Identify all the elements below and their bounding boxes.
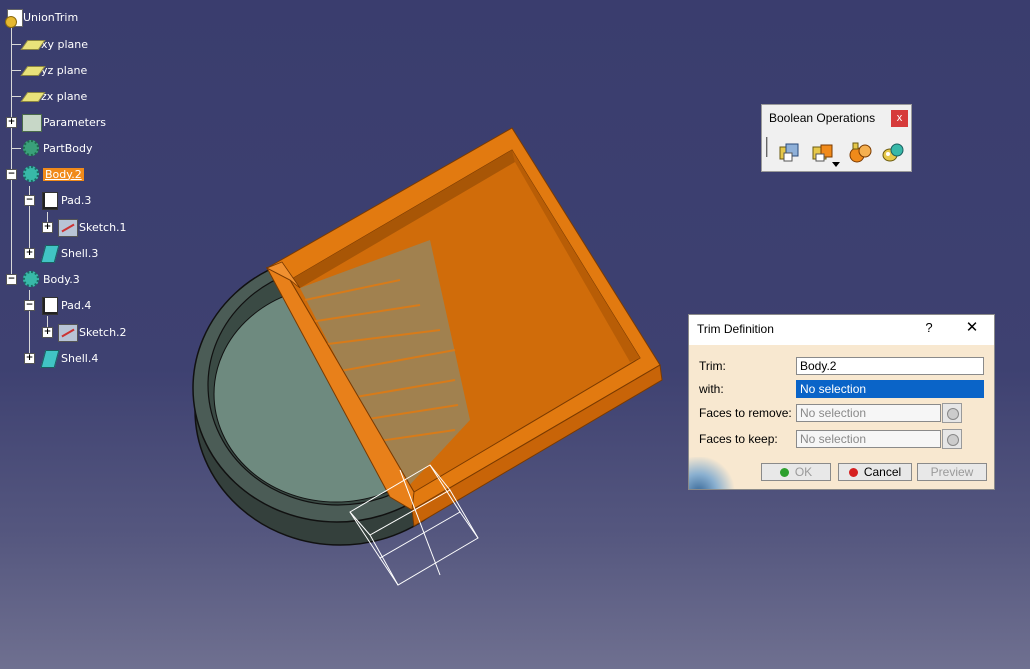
tree-item-label: Parameters [43,115,106,129]
tree-item-uniontrim[interactable]: UnionTrim [2,6,78,28]
add-button[interactable] [810,141,840,167]
trim-definition-dialog[interactable]: Trim Definition ? ✕ Trim: Body.2 with: N… [688,314,995,490]
preview-button[interactable]: Preview [917,463,987,481]
expand-shell4[interactable]: + [24,353,35,364]
dialog-close-button[interactable]: ✕ [964,318,980,336]
parameters-icon [22,113,42,132]
expand-parameters[interactable]: + [6,117,17,128]
toolbar-grip-handle[interactable] [766,137,771,157]
tree-item-label: Pad.4 [61,298,92,312]
expand-shell3[interactable]: + [24,248,35,259]
tree-item-label: Sketch.2 [79,325,127,339]
collapse-pad3[interactable]: − [24,195,35,206]
ok-green-dot-icon [779,468,789,477]
shell-icon [40,244,60,263]
cancel-button-label: Cancel [863,465,902,479]
tree-item-parameters[interactable]: Parameters [22,111,106,133]
collapse-body2[interactable]: − [6,169,17,180]
union-trim-icon [849,142,872,163]
plane-icon [20,35,46,53]
sketch-icon [58,323,78,342]
tree-item-shell3[interactable]: Shell.3 [40,242,98,264]
faces-to-remove-picker-icon[interactable] [942,403,962,423]
cancel-red-dot-icon [848,468,858,477]
tree-item-label-selected: Body.2 [43,167,84,181]
dialog-title: Trim Definition [697,322,774,336]
tree-item-label: zx plane [41,89,88,103]
union-trim-button[interactable] [848,141,874,165]
tree-item-pad4[interactable]: Pad.4 [40,294,91,316]
catia-logo-icon [689,457,737,489]
tree-item-body3[interactable]: Body.3 [22,268,80,290]
pad-icon [40,296,58,315]
tree-item-label: PartBody [43,141,93,155]
expand-sketch1[interactable]: + [42,222,53,233]
body-gear-icon [22,139,40,157]
pad-icon [40,191,58,210]
dropdown-arrow-icon[interactable] [832,162,840,167]
faces-to-remove-field[interactable]: No selection [796,404,941,422]
remove-lump-button[interactable] [880,141,906,165]
dialog-titlebar[interactable]: Trim Definition ? ✕ [689,315,994,343]
help-button[interactable]: ? [923,320,935,335]
trim-field[interactable]: Body.2 [796,357,984,375]
tree-item-sketch2[interactable]: Sketch.2 [58,321,127,343]
assemble-icon [779,143,799,162]
tree-item-zx-plane[interactable]: zx plane [20,85,87,107]
toolbar-title: Boolean Operations [769,111,876,125]
tree-item-sketch1[interactable]: Sketch.1 [58,216,127,238]
tree-item-label: xy plane [41,37,89,51]
shell-icon [40,349,60,368]
body-gear-icon [22,270,40,288]
3d-viewport[interactable]: UnionTrim xy plane yz plane zx plane + P… [0,0,1030,669]
specification-tree: UnionTrim xy plane yz plane zx plane + P… [0,0,200,380]
tree-item-label: UnionTrim [23,10,79,24]
body-gear-icon [22,165,40,183]
expand-sketch2[interactable]: + [42,327,53,338]
plane-icon [20,87,46,105]
with-label: with: [699,382,724,396]
plane-icon [20,61,46,79]
tree-branch-line [11,148,21,149]
faces-to-keep-picker-icon[interactable] [942,429,962,449]
tree-item-xy-plane[interactable]: xy plane [20,33,88,55]
tree-item-label: Sketch.1 [79,220,127,234]
trim-label: Trim: [699,359,726,373]
faces-to-keep-field[interactable]: No selection [796,430,941,448]
with-field[interactable]: No selection [796,380,984,398]
remove-lump-icon [882,143,904,162]
tree-trunk-line [11,26,12,280]
collapse-pad4[interactable]: − [24,300,35,311]
boolean-operations-toolbar[interactable]: Boolean Operations x [761,104,912,172]
tree-item-label: Shell.3 [61,246,99,260]
tree-item-body2[interactable]: Body.2 [22,163,84,185]
tree-item-label: Body.3 [43,272,80,286]
faces-to-keep-label: Faces to keep: [699,432,778,446]
tree-item-pad3[interactable]: Pad.3 [40,189,91,211]
tree-item-partbody[interactable]: PartBody [22,137,92,159]
tree-item-label: Pad.3 [61,193,92,207]
cancel-button[interactable]: Cancel [838,463,912,481]
ok-button-label: OK [794,465,813,479]
tree-item-label: yz plane [41,63,88,77]
part-document-icon [2,8,23,28]
tree-item-shell4[interactable]: Shell.4 [40,347,98,369]
ok-button[interactable]: OK [761,463,831,481]
collapse-body3[interactable]: − [6,274,17,285]
faces-to-remove-label: Faces to remove: [699,406,792,420]
tree-item-yz-plane[interactable]: yz plane [20,59,87,81]
tree-item-label: Shell.4 [61,351,99,365]
sketch-icon [58,218,78,237]
toolbar-close-button[interactable]: x [891,110,908,127]
assemble-button[interactable] [776,141,802,165]
